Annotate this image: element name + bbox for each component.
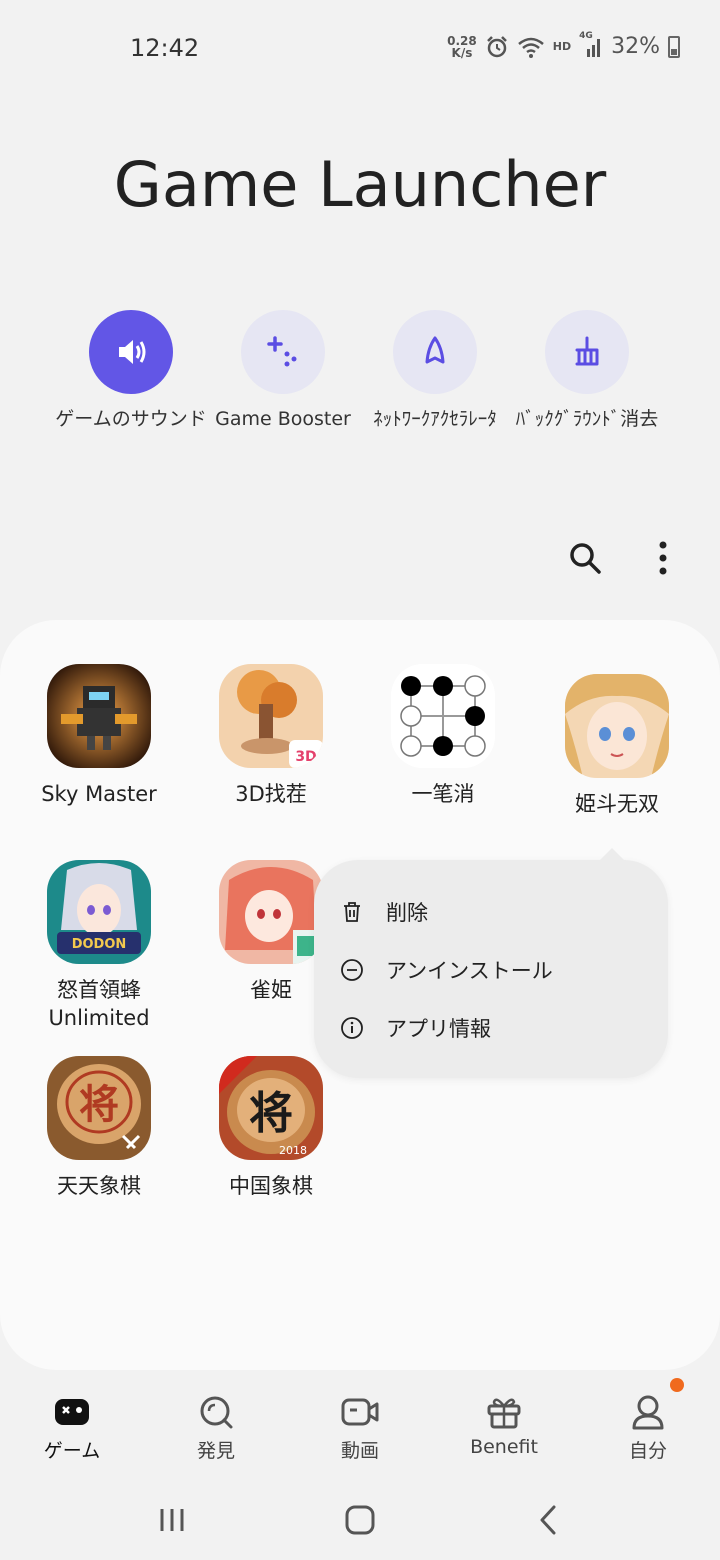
app-tiantian-xiangqi[interactable]: 将 天天象棋 [13, 1056, 185, 1200]
svg-text:3D: 3D [295, 749, 316, 765]
nav-tab-benefit[interactable]: Benefit [432, 1392, 576, 1458]
app-name: 3D找茬 [235, 782, 307, 806]
jakuhime-app-icon[interactable] [219, 860, 323, 964]
svg-text:将: 将 [249, 1088, 293, 1139]
tiantian-xiangqi-app-icon[interactable]: 将 [47, 1056, 151, 1160]
page-title: Game Launcher [113, 148, 607, 221]
sky-master-app-icon[interactable] [47, 664, 151, 768]
quick-action-game-sound[interactable]: ゲームのサウンド [46, 310, 216, 432]
menu-item-uninstall[interactable]: アンインストール [340, 950, 553, 990]
quick-action-label: ﾊﾞｯｸｸﾞﾗｳﾝﾄﾞ消去 [515, 408, 659, 430]
battery-icon [668, 35, 680, 58]
app-name: 姫斗无双 [575, 792, 659, 816]
app-name: 中国象棋 [229, 1174, 313, 1198]
app-3d-zhaocha[interactable]: 3D 3D找茬 [185, 664, 357, 808]
sparkle-icon[interactable] [241, 310, 325, 394]
svg-text:DODON: DODON [72, 937, 127, 952]
rocket-icon[interactable] [393, 310, 477, 394]
home-icon[interactable] [340, 1500, 380, 1540]
menu-item-label: アプリ情報 [386, 1017, 491, 1041]
status-icons: 0.28 K/s HD 4G 32% [447, 31, 680, 60]
minus-circle-icon [341, 959, 363, 981]
app-name: 一笔消 [411, 782, 475, 806]
quick-action-label: ゲームのサウンド [55, 408, 207, 430]
hd-indicator: HD [552, 40, 572, 53]
app-name: Sky Master [41, 782, 157, 806]
gamepad-icon [52, 1392, 92, 1432]
speaker-icon[interactable] [89, 310, 173, 394]
menu-item-label: アンインストール [386, 959, 553, 983]
quick-action-label: Game Booster [215, 408, 351, 430]
trash-icon [344, 902, 360, 922]
more-icon[interactable] [643, 538, 683, 578]
app-zhongguo-xiangqi[interactable]: 将 2018 中国象棋 [185, 1056, 357, 1200]
3d-zhaocha-app-icon[interactable]: 3D [219, 664, 323, 768]
quick-action-game-booster[interactable]: Game Booster [198, 310, 368, 432]
recent-apps-icon[interactable] [152, 1500, 192, 1540]
app-sky-master[interactable]: Sky Master [13, 664, 185, 808]
dodonpachi-app-icon[interactable]: DODON [47, 860, 151, 964]
gift-icon [484, 1392, 524, 1432]
status-time: 12:42 [130, 34, 200, 62]
quick-action-background-clear[interactable]: ﾊﾞｯｸｸﾞﾗｳﾝﾄﾞ消去 [502, 310, 672, 432]
video-icon [340, 1392, 380, 1432]
discover-icon [196, 1392, 236, 1432]
status-bar: 12:42 0.28 K/s HD 4G 32% [0, 0, 720, 100]
jidou-wushuang-app-icon[interactable] [565, 674, 669, 778]
nav-tab-discover[interactable]: 発見 [144, 1392, 288, 1463]
bottom-nav: ゲーム 発見 動画 Benefit 自分 [0, 1370, 720, 1470]
profile-icon [628, 1392, 668, 1432]
app-context-menu: 削除 アンインストール アプリ情報 [314, 848, 668, 1078]
app-name: 天天象棋 [57, 1174, 141, 1198]
svg-text:2018: 2018 [279, 1144, 307, 1157]
nav-tab-video[interactable]: 動画 [288, 1392, 432, 1463]
signal-icon: 4G [579, 31, 603, 59]
back-icon[interactable] [528, 1500, 568, 1540]
app-name: 怒首領蜂 Unlimited [48, 978, 150, 1030]
alarm-icon [486, 35, 507, 57]
zhongguo-xiangqi-app-icon[interactable]: 将 2018 [219, 1056, 323, 1160]
quick-action-label: ﾈｯﾄﾜｰｸｱｸｾﾗﾚｰﾀ [373, 408, 497, 430]
search-icon[interactable] [565, 538, 605, 578]
app-jidou-wushuang[interactable]: 姫斗无双 [531, 674, 703, 818]
notification-badge [670, 1378, 684, 1392]
nav-tab-game[interactable]: ゲーム [0, 1392, 144, 1463]
net-speed: 0.28 K/s [447, 33, 477, 60]
menu-item-delete[interactable]: 削除 [340, 892, 428, 932]
menu-tip [598, 848, 626, 862]
app-dodonpachi-unlimited[interactable]: DODON 怒首領蜂 Unlimited [13, 860, 185, 1032]
app-yibixiao[interactable]: 一笔消 [357, 664, 529, 808]
svg-text:将: 将 [79, 1081, 119, 1128]
nav-tab-profile[interactable]: 自分 [576, 1392, 720, 1463]
broom-icon[interactable] [545, 310, 629, 394]
quick-actions: ゲームのサウンド Game Booster ﾈｯﾄﾜｰｸｱｸｾﾗﾚｰﾀ ﾊﾞｯｸ… [0, 310, 720, 480]
yibixiao-app-icon[interactable] [391, 664, 495, 768]
wifi-icon [517, 37, 544, 58]
menu-item-app-info[interactable]: アプリ情報 [340, 1008, 491, 1048]
system-nav-bar [0, 1480, 720, 1560]
quick-action-network-accelerator[interactable]: ﾈｯﾄﾜｰｸｱｸｾﾗﾚｰﾀ [350, 310, 520, 432]
battery-percent: 32% [611, 34, 660, 59]
info-icon [341, 1017, 363, 1039]
menu-item-label: 削除 [386, 901, 428, 925]
